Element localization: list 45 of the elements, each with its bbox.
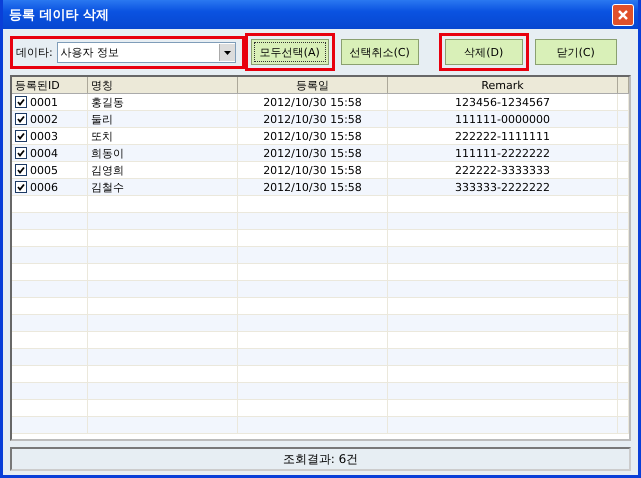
table-cell: 2012/10/30 15:58 [263, 112, 362, 126]
status-text: 조회결과: 6건 [282, 450, 358, 468]
table-cell: 0002 [30, 112, 58, 126]
data-label: 데이타: [16, 44, 53, 60]
table-cell: 2012/10/30 15:58 [263, 180, 362, 194]
table-cell: 0004 [30, 146, 58, 160]
row-checkbox[interactable] [15, 96, 27, 108]
row-checkbox[interactable] [15, 164, 27, 176]
column-header[interactable]: 등록된ID [12, 77, 88, 93]
empty-cell [618, 417, 629, 434]
column-header[interactable]: 등록일 [238, 77, 388, 93]
table-cell: 둘리 [91, 112, 113, 126]
table-cell: 0005 [30, 164, 58, 176]
table-cell: 222222-3333333 [455, 164, 550, 176]
close-icon [617, 8, 629, 20]
table-cell: 2012/10/30 15:58 [263, 164, 362, 176]
table-cell: 0003 [30, 130, 58, 142]
toolbar-button[interactable]: 선택취소(C) [340, 39, 419, 65]
table-cell: 김철수 [91, 180, 124, 194]
row-checkbox[interactable] [15, 130, 27, 142]
table-cell: 김영희 [91, 162, 124, 178]
table-cell: 2012/10/30 15:58 [263, 130, 362, 142]
window-title: 등록 데이타 삭제 [9, 6, 110, 24]
table-cell: 111111-0000000 [455, 112, 550, 126]
table-cell: 123456-1234567 [455, 96, 550, 108]
table-cell: 111111-2222222 [455, 146, 550, 160]
table-cell: 2012/10/30 15:58 [263, 146, 362, 160]
row-checkbox[interactable] [15, 181, 27, 193]
row-checkbox[interactable] [15, 113, 27, 125]
toolbar-button[interactable]: 모두선택(A) [250, 39, 329, 65]
table-cell: 0001 [30, 96, 58, 108]
table-cell: 2012/10/30 15:58 [263, 96, 362, 108]
column-header[interactable]: 명칭 [88, 77, 238, 93]
toolbar-button[interactable]: 삭제(D) [444, 39, 523, 65]
table-cell: 희동이 [91, 146, 124, 160]
toolbar-button[interactable]: 닫기(C) [534, 39, 617, 65]
table-cell: 333333-2222222 [455, 180, 550, 194]
column-header[interactable]: Remark [388, 77, 618, 93]
table-cell: 홍길동 [91, 94, 124, 110]
table-cell: 0006 [30, 180, 58, 194]
row-checkbox[interactable] [15, 147, 27, 159]
table-cell: 222222-1111111 [455, 130, 550, 142]
close-button[interactable] [612, 4, 634, 26]
data-dropdown[interactable]: 사용자 정보 [56, 42, 236, 62]
table-cell: 또치 [91, 128, 113, 144]
